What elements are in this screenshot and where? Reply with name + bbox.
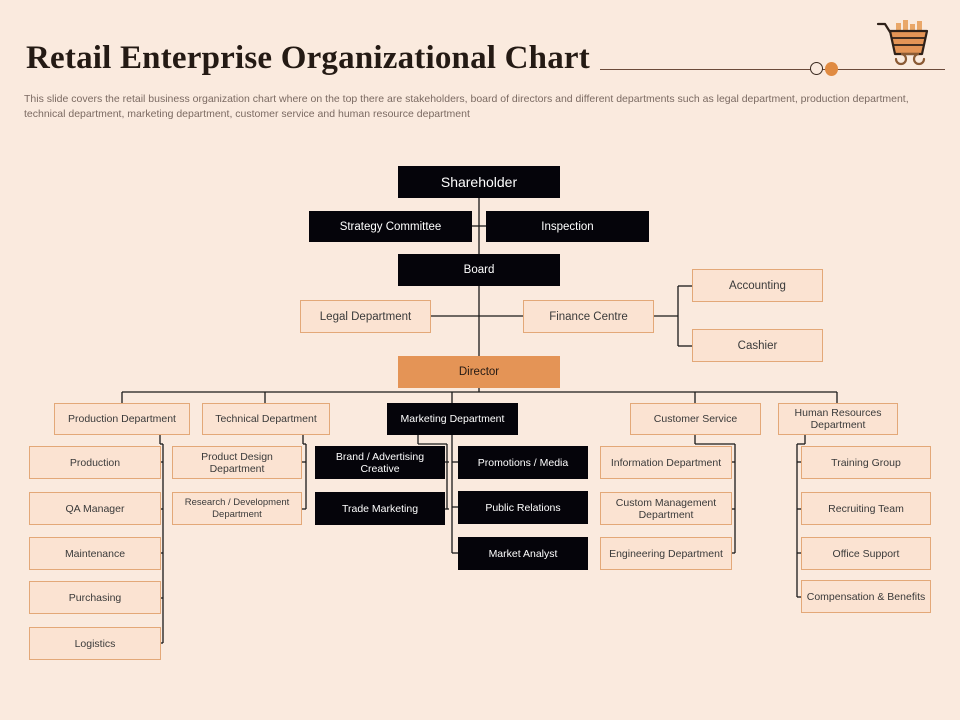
node-purchasing[interactable]: Purchasing <box>29 581 161 614</box>
node-research-development-department[interactable]: Research / Development Department <box>172 492 302 525</box>
node-compensation-benefits[interactable]: Compensation & Benefits <box>801 580 931 613</box>
node-recruiting-team[interactable]: Recruiting Team <box>801 492 931 525</box>
node-production[interactable]: Production <box>29 446 161 479</box>
node-technical-department[interactable]: Technical Department <box>202 403 330 435</box>
node-product-design-department[interactable]: Product Design Department <box>172 446 302 479</box>
node-strategy-committee[interactable]: Strategy Committee <box>309 211 472 242</box>
node-logistics[interactable]: Logistics <box>29 627 161 660</box>
node-accounting[interactable]: Accounting <box>692 269 823 302</box>
node-brand-advertising-creative[interactable]: Brand / Advertising Creative <box>315 446 445 479</box>
node-customer-service[interactable]: Customer Service <box>630 403 761 435</box>
node-legal-department[interactable]: Legal Department <box>300 300 431 333</box>
node-inspection[interactable]: Inspection <box>486 211 649 242</box>
node-maintenance[interactable]: Maintenance <box>29 537 161 570</box>
node-custom-management-department[interactable]: Custom Management Department <box>600 492 732 525</box>
org-chart: Shareholder Strategy Committee Inspectio… <box>0 0 960 720</box>
node-cashier[interactable]: Cashier <box>692 329 823 362</box>
node-finance-centre[interactable]: Finance Centre <box>523 300 654 333</box>
node-director[interactable]: Director <box>398 356 560 388</box>
node-public-relations[interactable]: Public Relations <box>458 491 588 524</box>
node-marketing-department[interactable]: Marketing Department <box>387 403 518 435</box>
node-shareholder[interactable]: Shareholder <box>398 166 560 198</box>
node-office-support[interactable]: Office Support <box>801 537 931 570</box>
node-trade-marketing[interactable]: Trade Marketing <box>315 492 445 525</box>
node-promotions-media[interactable]: Promotions / Media <box>458 446 588 479</box>
node-training-group[interactable]: Training Group <box>801 446 931 479</box>
node-information-department[interactable]: Information Department <box>600 446 732 479</box>
node-engineering-department[interactable]: Engineering Department <box>600 537 732 570</box>
node-qa-manager[interactable]: QA Manager <box>29 492 161 525</box>
node-production-department[interactable]: Production Department <box>54 403 190 435</box>
node-human-resources-department[interactable]: Human Resources Department <box>778 403 898 435</box>
node-board[interactable]: Board <box>398 254 560 286</box>
node-market-analyst[interactable]: Market Analyst <box>458 537 588 570</box>
